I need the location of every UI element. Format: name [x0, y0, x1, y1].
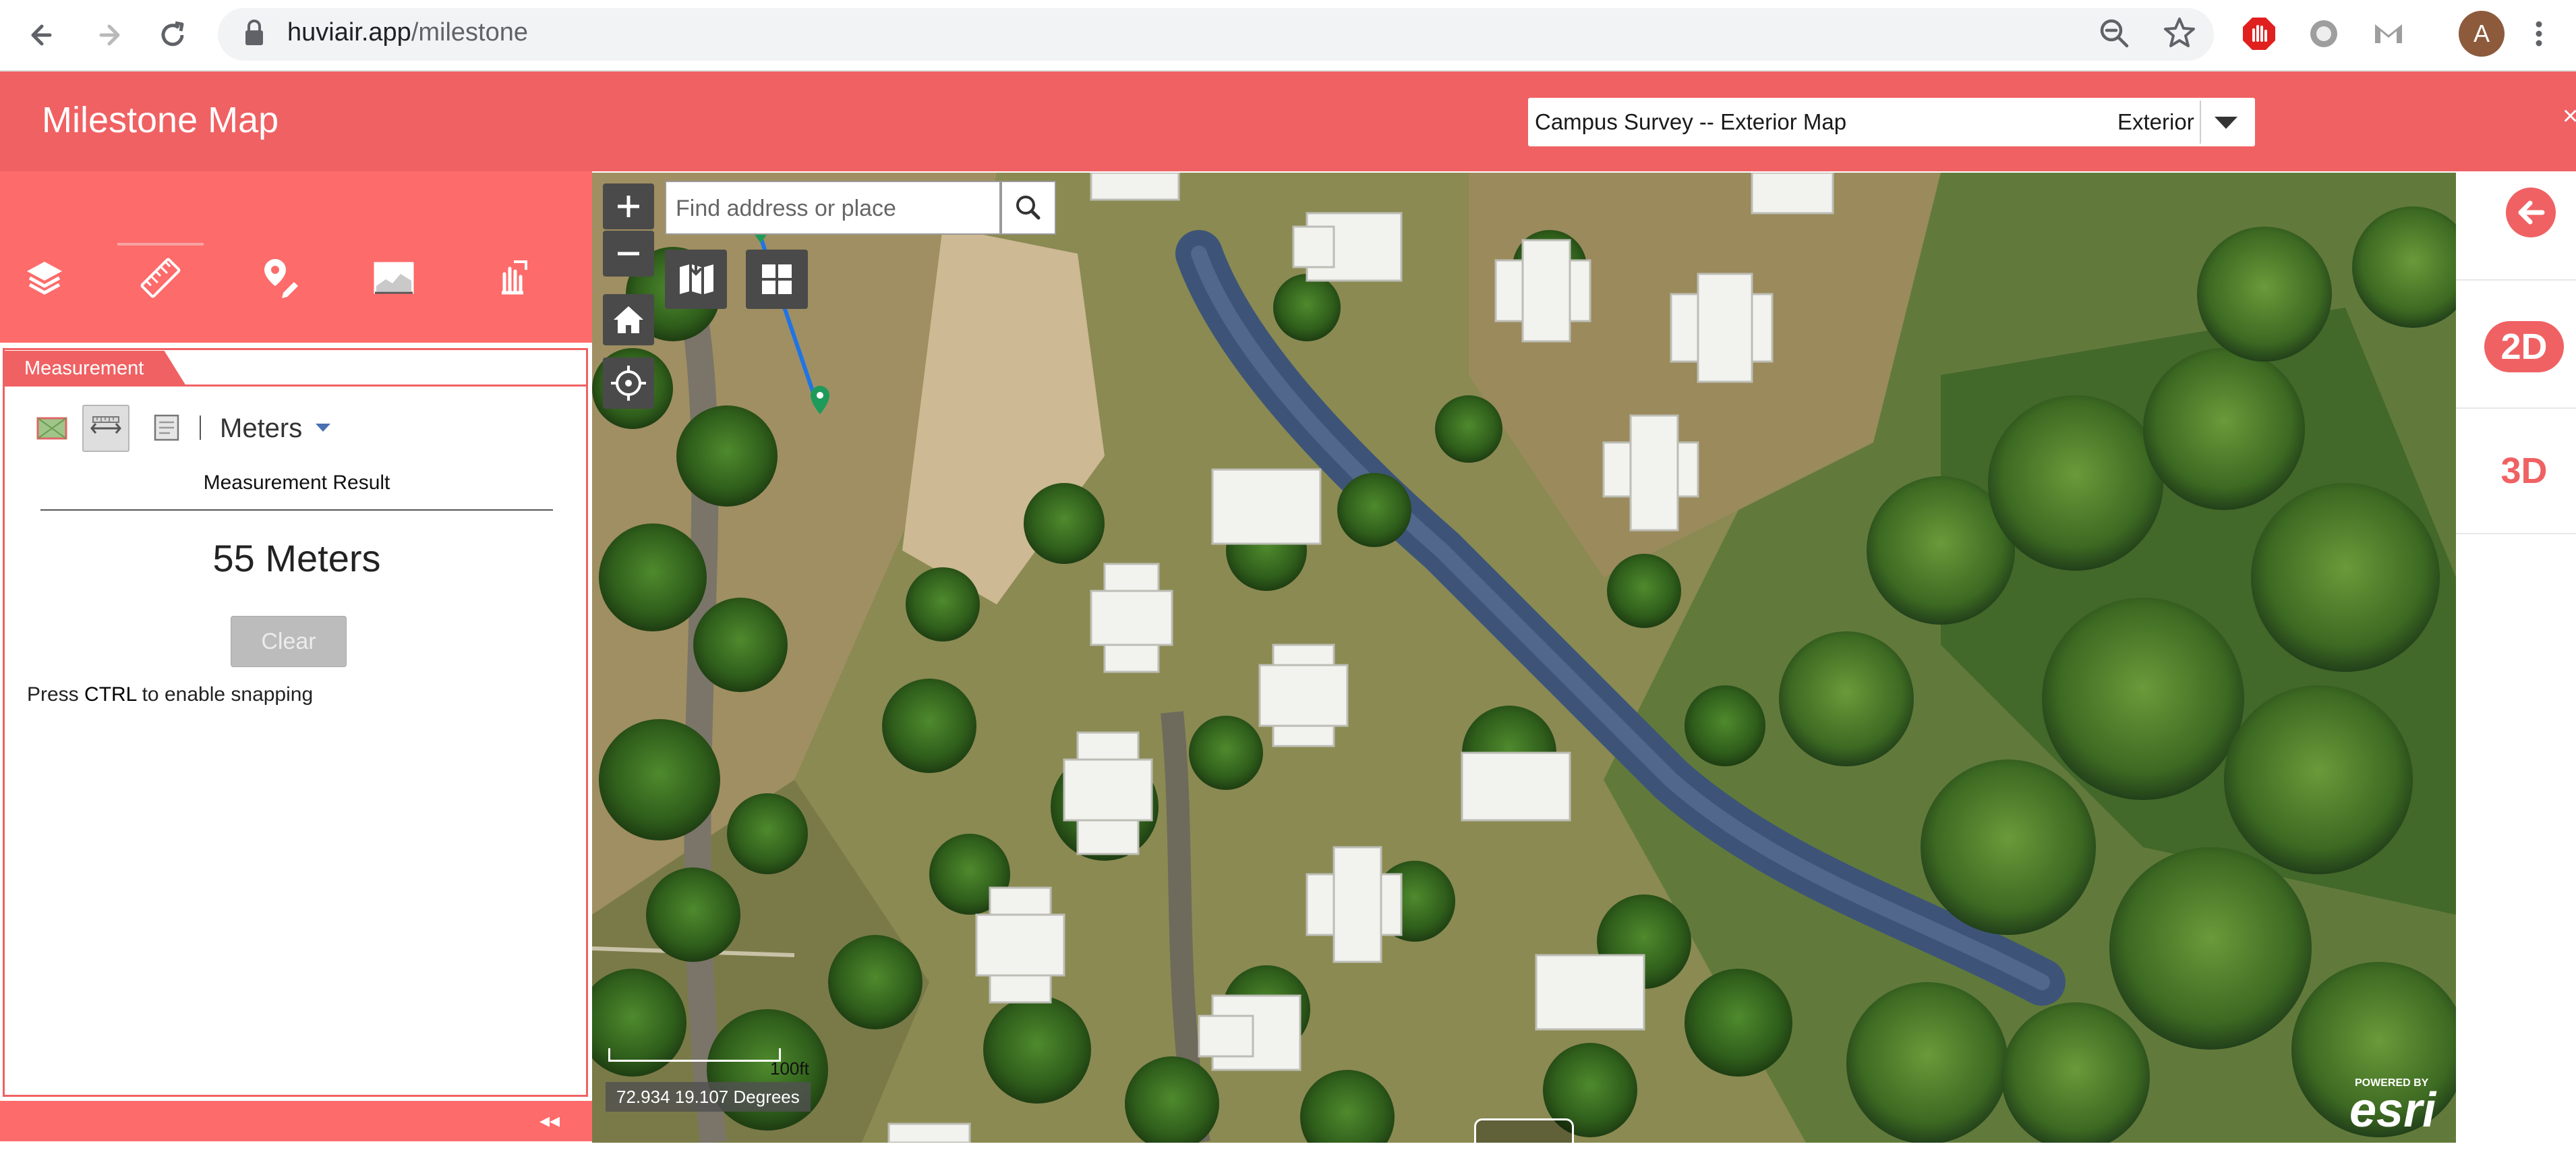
scale-label: 100ft — [770, 1058, 809, 1079]
measurement-tab-label: Measurement — [24, 358, 144, 379]
map-selector-divider — [2200, 101, 2201, 144]
close-icon[interactable]: × — [2563, 103, 2576, 130]
ruler-icon[interactable] — [136, 254, 185, 302]
menu-kebab-icon[interactable] — [2532, 13, 2546, 54]
zoom-out-button[interactable] — [603, 231, 654, 277]
grid-icon — [762, 264, 792, 294]
snapping-hint: Press CTRL to enable snapping — [27, 680, 313, 710]
clear-button[interactable]: Clear — [231, 616, 347, 667]
right-panel-divider — [2456, 533, 2576, 534]
profile-avatar[interactable]: A — [2459, 11, 2505, 57]
plus-icon — [618, 196, 639, 217]
pin-edit-icon[interactable] — [255, 254, 303, 302]
extension-circle-icon[interactable] — [2304, 13, 2344, 54]
active-tool-indicator — [117, 243, 204, 246]
map-selector-value: Exterior — [2117, 109, 2194, 134]
distance-icon — [90, 416, 121, 434]
search-icon — [1016, 196, 1041, 220]
map-drawer-handle[interactable] — [1474, 1118, 1574, 1143]
url-host: huviair.app — [287, 18, 411, 47]
minus-icon — [618, 252, 639, 256]
zoom-out-icon[interactable] — [2095, 13, 2135, 54]
back-button[interactable] — [2506, 188, 2556, 237]
app-title: Milestone Map — [42, 100, 279, 140]
gmail-icon[interactable] — [2368, 13, 2409, 54]
basemap-gallery-button[interactable] — [746, 250, 808, 309]
panel-separator — [0, 316, 592, 343]
scale-bar — [608, 1048, 781, 1062]
home-button[interactable] — [603, 294, 654, 345]
draw-icon[interactable] — [487, 254, 535, 302]
tab-underline — [4, 384, 588, 387]
unit-separator — [200, 416, 201, 440]
arrow-left-icon — [2518, 200, 2545, 225]
forward-arrow-icon[interactable] — [89, 15, 129, 55]
result-divider — [40, 509, 553, 511]
home-icon — [614, 306, 643, 333]
locate-button[interactable] — [603, 358, 654, 409]
measurement-result-title: Measurement Result — [203, 472, 390, 494]
unit-caret-icon[interactable] — [314, 422, 332, 433]
back-arrow-icon[interactable] — [23, 15, 63, 55]
satellite-imagery[interactable] — [592, 173, 2456, 1143]
elevation-profile-icon[interactable] — [370, 254, 418, 302]
adblock-icon[interactable] — [2239, 13, 2279, 54]
page-bottom — [0, 1143, 2576, 1169]
hint-suffix: to enable snapping — [136, 683, 314, 706]
view-3d-button[interactable]: 3D — [2484, 445, 2564, 496]
lock-icon — [245, 20, 263, 45]
bookmark-star-icon[interactable] — [2159, 13, 2200, 54]
zoom-in-button[interactable] — [603, 183, 654, 229]
map-selector-label: Campus Survey -- Exterior Map — [1535, 109, 1847, 134]
crosshair-icon — [611, 366, 646, 401]
view-mode-panel — [2456, 173, 2576, 1112]
layers-icon[interactable] — [20, 254, 69, 302]
right-panel-divider — [2456, 279, 2576, 281]
measurement-result-value: 55 Meters — [212, 537, 381, 579]
url-text[interactable]: huviair.app/milestone — [287, 15, 528, 50]
hint-prefix: Press — [27, 683, 85, 706]
basemap-button[interactable] — [665, 250, 727, 309]
location-icon[interactable] — [143, 405, 190, 452]
panel-header-band — [0, 171, 592, 241]
view-2d-button[interactable]: 2D — [2484, 321, 2564, 372]
unit-dropdown[interactable]: Meters — [220, 410, 302, 447]
basemap-icon — [680, 259, 713, 294]
measurement-panel — [3, 348, 588, 1097]
coordinate-readout: 72.934 19.107 Degrees — [606, 1082, 811, 1112]
chevron-down-icon[interactable] — [2212, 115, 2240, 131]
collapse-panel-button[interactable]: ◂◂ — [539, 1108, 560, 1135]
panel-footer — [0, 1101, 592, 1141]
hint-key: CTRL — [84, 683, 137, 706]
area-icon[interactable] — [28, 405, 76, 452]
right-panel-divider — [2456, 407, 2576, 409]
search-button[interactable] — [1001, 181, 1056, 235]
search-input[interactable] — [674, 186, 994, 231]
distance-tool[interactable] — [82, 405, 129, 452]
reload-icon[interactable] — [152, 15, 193, 55]
map-view[interactable] — [592, 173, 2456, 1143]
url-path: /milestone — [411, 18, 529, 47]
esri-logo: esri — [2349, 1083, 2436, 1137]
